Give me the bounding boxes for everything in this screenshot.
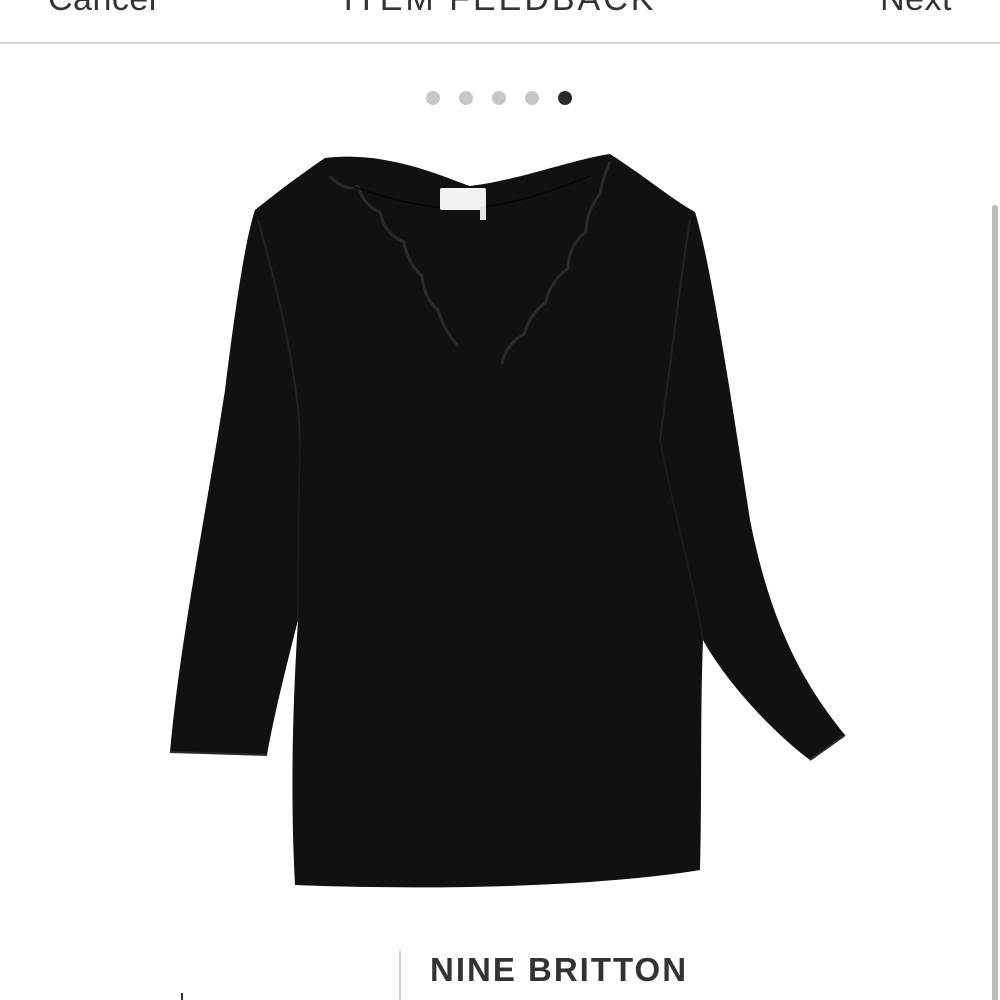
brand-label [440,188,486,210]
carousel-dot-1[interactable] [426,91,440,105]
carousel-dot-3[interactable] [492,91,506,105]
vertical-scrollbar[interactable] [992,205,998,1000]
product-image[interactable] [150,140,850,900]
carousel-pagination [426,91,572,105]
black-scallop-neck-top-image [169,154,846,888]
carousel-dot-4[interactable] [525,91,539,105]
page-title: ITEM FEEDBACK [344,0,657,19]
carousel-dot-5-active[interactable] [558,91,572,105]
product-brand-name: NINE BRITTON [430,951,689,988]
top-nav-bar: Cancel ITEM FEEDBACK Next [0,0,1000,44]
rating-scale-tick [181,993,183,1000]
size-tag [480,206,486,220]
info-divider [399,950,401,1000]
item-feedback-screen: Cancel ITEM FEEDBACK Next [0,0,1000,1000]
cancel-button[interactable]: Cancel [48,0,157,19]
carousel-dot-2[interactable] [459,91,473,105]
next-button[interactable]: Next [880,0,952,19]
